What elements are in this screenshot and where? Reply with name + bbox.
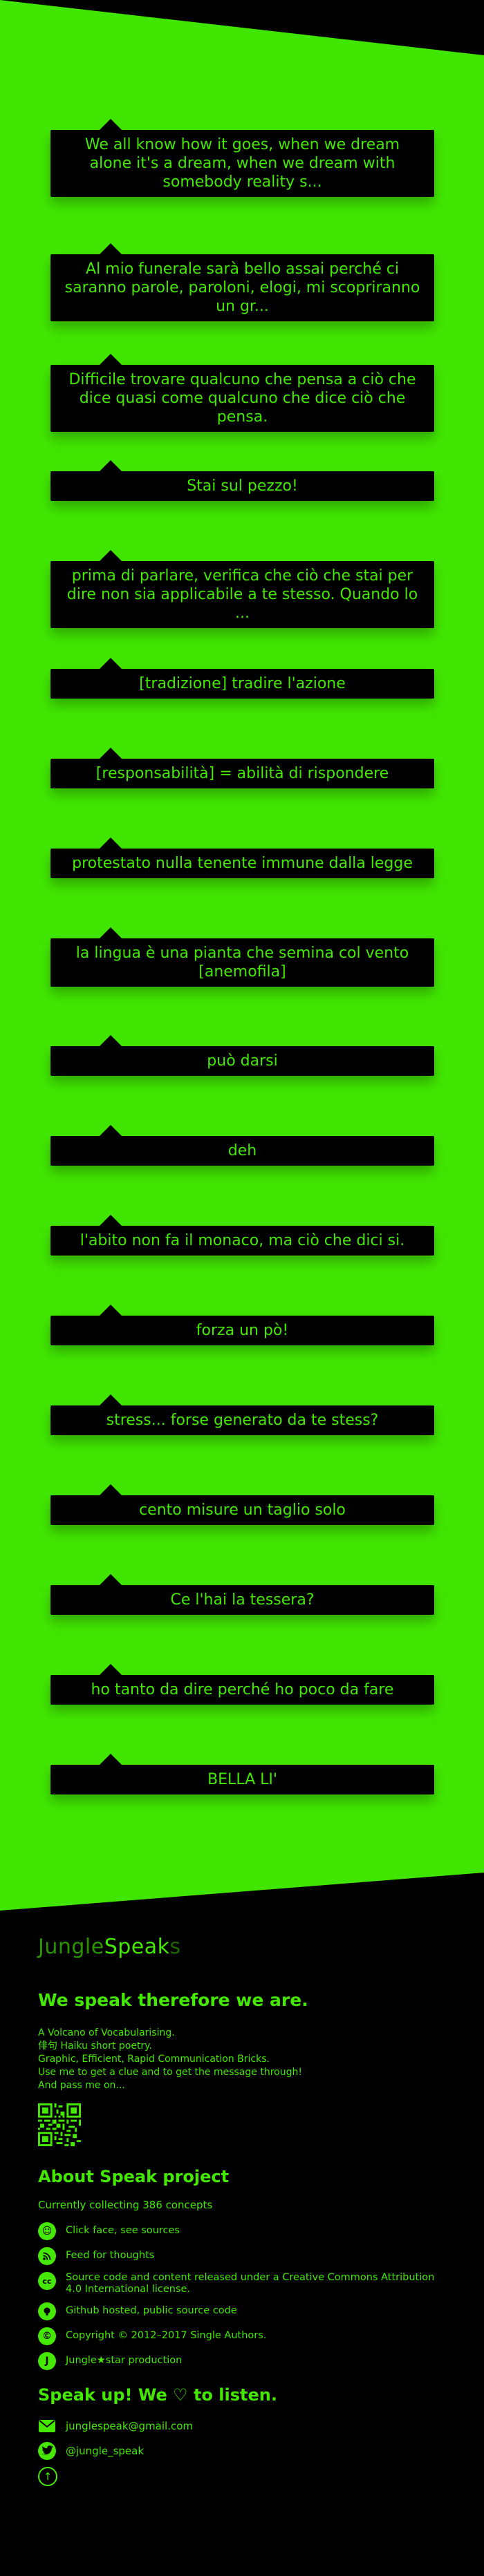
link-production[interactable]: J Jungle★star production xyxy=(38,2352,453,2370)
smiley-icon: ☺ xyxy=(38,2222,56,2240)
link-label: Source code and content released under a… xyxy=(66,2272,435,2295)
brand-part: s xyxy=(169,1935,181,1959)
about-links: ☺ Click face, see sources Feed for thoug… xyxy=(38,2222,453,2370)
copyright-icon: © xyxy=(38,2327,56,2345)
link-label: Jungle★star production xyxy=(66,2355,183,2366)
mail-icon xyxy=(38,2417,56,2435)
quote-bubble[interactable]: [responsabilità] = abilità di rispondere xyxy=(50,748,434,788)
quote-bubble[interactable]: forza un pò! xyxy=(50,1305,434,1345)
quote-bubble[interactable]: Difficile trovare qualcuno che pensa a c… xyxy=(50,354,434,432)
quote-bubble[interactable]: ho tanto da dire perché ho poco da fare xyxy=(50,1664,434,1705)
twitter-icon xyxy=(38,2442,56,2460)
cc-icon: cc xyxy=(38,2272,56,2290)
intro-text: A Volcano of Vocabularising. 俳句 Haiku sh… xyxy=(38,2027,453,2092)
concept-count: Currently collecting 386 concepts xyxy=(38,2199,213,2211)
contact-twitter[interactable]: @jungle_speak xyxy=(38,2442,453,2460)
link-feed[interactable]: Feed for thoughts xyxy=(38,2247,453,2265)
link-license[interactable]: cc Source code and content released unde… xyxy=(38,2272,453,2295)
intro-line: 俳句 Haiku short poetry. xyxy=(38,2040,152,2052)
link-github[interactable]: Github hosted, public source code xyxy=(38,2302,453,2320)
contact-label: @jungle_speak xyxy=(66,2445,145,2457)
quote-bubble[interactable]: Stai sul pezzo! xyxy=(50,460,434,501)
quote-bubble[interactable]: deh xyxy=(50,1125,434,1166)
contact-label: junglespeak@gmail.com xyxy=(66,2420,194,2432)
contact-links: junglespeak@gmail.com @jungle_speak xyxy=(38,2417,453,2460)
quote-bubble[interactable]: l'abito non fa il monaco, ma ciò che dic… xyxy=(50,1215,434,1256)
rss-icon xyxy=(38,2247,56,2265)
brand-part: Jungle xyxy=(38,1935,104,1959)
quote-bubble[interactable]: stress... forse generato da te stess? xyxy=(50,1394,434,1435)
link-label: Github hosted, public source code xyxy=(66,2305,237,2316)
brand-logo[interactable]: JungleSpeaks xyxy=(38,1935,453,1962)
about-title: About Speak project xyxy=(38,2167,230,2186)
quote-bubble[interactable]: la lingua è una pianta che semina col ve… xyxy=(50,927,434,987)
quote-bubble[interactable]: We all know how it goes, when we dream a… xyxy=(50,119,434,197)
quote-bubble[interactable]: protestato nulla tenente immune dalla le… xyxy=(50,837,434,878)
intro-line: Graphic, Efficient, Rapid Communication … xyxy=(38,2054,270,2065)
page: We all know how it goes, when we dream a… xyxy=(0,0,484,2576)
quote-bubble[interactable]: prima di parlare, verifica che ciò che s… xyxy=(50,550,434,628)
qr-code xyxy=(38,2103,81,2146)
jungle-icon: J xyxy=(38,2352,56,2370)
link-label: Copyright © 2012–2017 Single Authors. xyxy=(66,2330,267,2341)
link-copyright[interactable]: © Copyright © 2012–2017 Single Authors. xyxy=(38,2327,453,2345)
link-label: Feed for thoughts xyxy=(66,2250,155,2261)
quote-bubble[interactable]: BELLA LI' xyxy=(50,1754,434,1794)
quote-bubble[interactable]: [tradizione] tradire l'azione xyxy=(50,658,434,699)
quote-bubble[interactable]: Al mio funerale sarà bello assai perché … xyxy=(50,243,434,321)
contact-email[interactable]: junglespeak@gmail.com xyxy=(38,2417,453,2435)
footer: JungleSpeaks We speak therefore we are. … xyxy=(38,1935,453,2486)
intro-line: Use me to get a clue and to get the mess… xyxy=(38,2067,302,2078)
link-label: Click face, see sources xyxy=(66,2225,180,2236)
brand-part: Speak xyxy=(104,1935,170,1959)
link-sources[interactable]: ☺ Click face, see sources xyxy=(38,2222,453,2240)
github-icon xyxy=(38,2302,56,2320)
arrow-up-icon: ↑ xyxy=(43,2470,53,2483)
scroll-top-button[interactable]: ↑ xyxy=(38,2467,57,2486)
intro-line: A Volcano of Vocabularising. xyxy=(38,2027,175,2038)
speakup-title: Speak up! We ♡ to listen. xyxy=(38,2385,277,2405)
tagline: We speak therefore we are. xyxy=(38,1990,308,2010)
quote-bubble[interactable]: può darsi xyxy=(50,1035,434,1076)
quote-bubble[interactable]: cento misure un taglio solo xyxy=(50,1484,434,1525)
quote-bubble[interactable]: Ce l'hai la tessera? xyxy=(50,1574,434,1615)
intro-line: And pass me on... xyxy=(38,2080,125,2091)
